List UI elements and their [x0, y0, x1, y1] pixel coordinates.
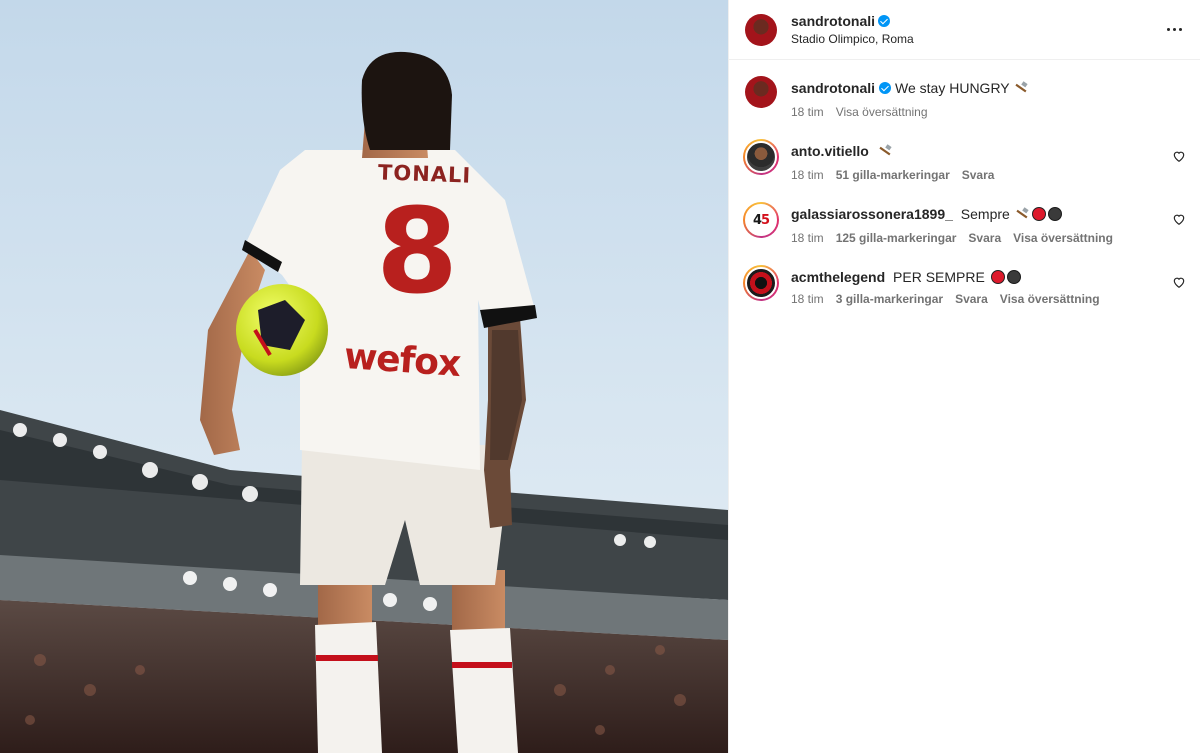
- post-sidebar: sandrotonali Stadio Olimpico, Roma sandr…: [728, 0, 1200, 753]
- hammer-icon: [1014, 207, 1030, 225]
- shirt-sponsor: wefox: [342, 335, 462, 386]
- comment-username[interactable]: acmthelegend: [791, 269, 885, 285]
- post-header: sandrotonali Stadio Olimpico, Roma: [729, 0, 1200, 60]
- comment-username[interactable]: galassiarossonera1899_: [791, 206, 953, 222]
- comment-avatar[interactable]: [743, 265, 779, 301]
- caption-row: sandrotonali We stay HUNGRY 18 tim Visa ö…: [745, 76, 1186, 119]
- verified-badge-icon: [879, 82, 892, 94]
- author-avatar[interactable]: [745, 13, 777, 46]
- black-circle-emoji: [1006, 270, 1021, 284]
- comment-reply-button[interactable]: Svara: [962, 168, 995, 182]
- post-location[interactable]: Stadio Olimpico, Roma: [791, 32, 1162, 46]
- caption-text: We stay HUNGRY: [895, 80, 1010, 96]
- comment-username[interactable]: anto.vitiello: [791, 143, 869, 159]
- comment-likes-link[interactable]: 3 gilla-markeringar: [836, 292, 943, 306]
- heart-icon[interactable]: [1172, 149, 1186, 163]
- caption-time[interactable]: 18 tim: [791, 105, 824, 119]
- comment-text: Sempre: [960, 206, 1010, 222]
- red-circle-emoji: [1031, 207, 1046, 221]
- comment-reply-button[interactable]: Svara: [968, 231, 1001, 245]
- hammer-icon: [1013, 81, 1029, 99]
- comment-avatar[interactable]: 45: [743, 202, 779, 238]
- red-circle-emoji: [990, 270, 1005, 284]
- verified-badge-icon: [878, 15, 891, 27]
- comment-translate-link[interactable]: Visa översättning: [1013, 231, 1113, 245]
- caption-avatar[interactable]: [745, 76, 777, 108]
- comment-translate-link[interactable]: Visa översättning: [1000, 292, 1100, 306]
- comment-row: 45 galassiarossonera1899_ Sempre 18 tim …: [743, 202, 1186, 245]
- comment-reply-button[interactable]: Svara: [955, 292, 988, 306]
- comment-row: acmthelegend PER SEMPRE 18 tim 3 gilla-m…: [743, 265, 1186, 306]
- comment-time[interactable]: 18 tim: [791, 231, 824, 245]
- author-meta: sandrotonali Stadio Olimpico, Roma: [791, 13, 1162, 46]
- heart-icon[interactable]: [1172, 212, 1186, 226]
- caption-translate-link[interactable]: Visa översättning: [836, 105, 928, 119]
- comment-likes-link[interactable]: 51 gilla-markeringar: [836, 168, 950, 182]
- hammer-icon: [877, 144, 893, 162]
- comment-avatar[interactable]: [743, 139, 779, 175]
- heart-icon[interactable]: [1172, 275, 1186, 289]
- author-username[interactable]: sandrotonali: [791, 13, 875, 29]
- comment-row: anto.vitiello 18 tim 51 gilla-markeringa…: [743, 139, 1186, 182]
- post-image[interactable]: TONALI 8 wefox: [0, 0, 728, 753]
- shirt-number: 8: [376, 182, 459, 320]
- comment-time[interactable]: 18 tim: [791, 292, 824, 306]
- comment-time[interactable]: 18 tim: [791, 168, 824, 182]
- black-circle-emoji: [1047, 207, 1062, 221]
- more-options-icon[interactable]: [1162, 18, 1186, 42]
- comments-list: sandrotonali We stay HUNGRY 18 tim Visa ö…: [729, 60, 1200, 306]
- post-dialog: TONALI 8 wefox sandrotonali Stadio Olimp…: [0, 0, 1200, 753]
- comment-likes-link[interactable]: 125 gilla-markeringar: [836, 231, 957, 245]
- comment-text: PER SEMPRE: [893, 269, 985, 285]
- caption-username[interactable]: sandrotonali: [791, 80, 875, 96]
